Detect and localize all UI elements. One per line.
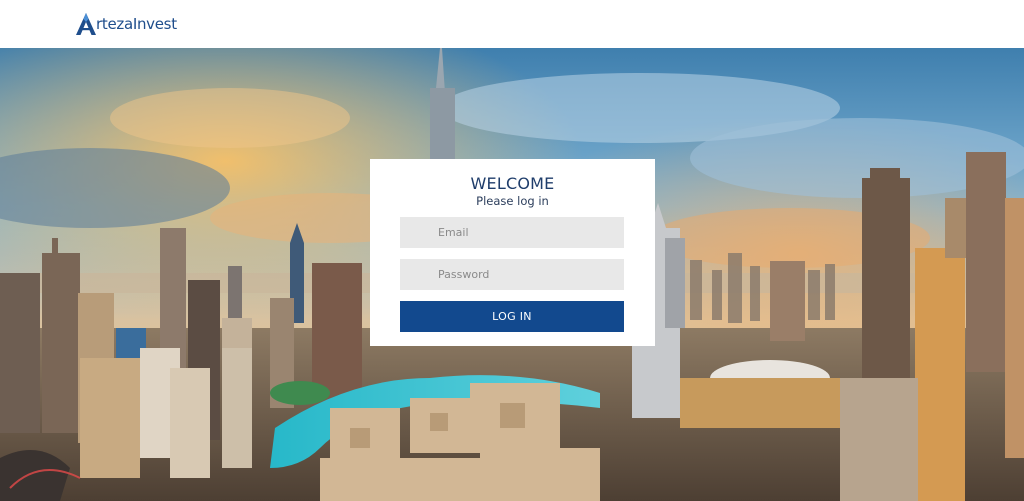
email-field[interactable] (400, 217, 624, 248)
logo[interactable]: rtezaInvest (76, 12, 177, 36)
login-card: WELCOME Please log in LOG IN (370, 159, 655, 346)
top-header: rtezaInvest (0, 0, 1024, 48)
password-field[interactable] (400, 259, 624, 290)
login-subtitle: Please log in (476, 194, 549, 208)
welcome-title: WELCOME (470, 174, 555, 193)
login-button[interactable]: LOG IN (400, 301, 624, 332)
logo-text: rtezaInvest (96, 15, 177, 33)
logo-a-icon (76, 13, 96, 35)
